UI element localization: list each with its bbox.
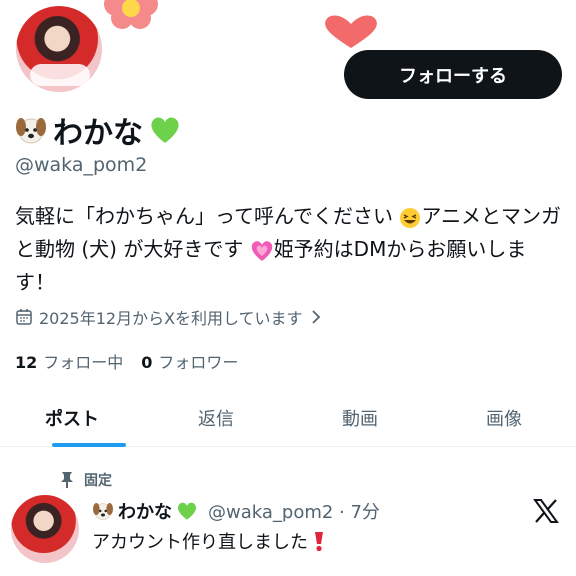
post-text: アカウント作り直しました — [92, 528, 326, 554]
joined-text: 2025年12月からXを利用しています — [39, 309, 303, 328]
pinned-label: 固定 — [60, 470, 112, 490]
flower-decoration — [104, 0, 158, 29]
tab-replies[interactable]: 返信 — [144, 389, 288, 446]
bio-line1-tail: アニメとマンガ — [421, 204, 561, 228]
green-heart-icon — [177, 502, 197, 520]
following-count: 12 — [15, 353, 38, 372]
chevron-right-icon[interactable] — [309, 309, 323, 325]
bio-line2-tail: 姫予約はDMからお願いしま — [273, 237, 527, 261]
follow-button[interactable]: フォローする — [344, 50, 562, 99]
post-header: わかな @waka_pom2 · 7分 — [92, 498, 380, 524]
profile-avatar[interactable] — [13, 3, 105, 95]
bio-line3: す！ — [15, 270, 55, 294]
tab-posts[interactable]: ポスト — [0, 389, 144, 447]
follow-stats: 12 フォロー中 0 フォロワー — [15, 349, 238, 373]
pin-icon — [61, 472, 73, 488]
heart-decoration — [325, 15, 377, 48]
tab-label: 動画 — [342, 408, 378, 430]
display-name-text: わかな — [53, 116, 143, 151]
followers-link[interactable]: 0 フォロワー — [141, 349, 238, 373]
dog-emoji-icon — [93, 503, 113, 520]
post-avatar[interactable] — [11, 495, 79, 563]
dog-emoji-icon — [16, 118, 46, 144]
display-name: わかな — [15, 110, 181, 151]
following-link[interactable]: 12 フォロー中 — [15, 349, 123, 373]
bio-line1: 気軽に「わかちゃん」って呼んでください — [15, 204, 393, 228]
post-author-name[interactable]: わかな — [118, 498, 172, 524]
laughing-emoji-icon — [400, 207, 421, 228]
green-heart-icon — [151, 117, 179, 143]
joined-date: 2025年12月からXを利用しています — [15, 305, 323, 329]
tab-label: 返信 — [198, 408, 234, 430]
tab-label: 画像 — [486, 408, 522, 430]
calendar-icon — [16, 309, 32, 325]
tab-videos[interactable]: 動画 — [288, 389, 432, 446]
profile-tabs: ポスト 返信 動画 画像 — [0, 389, 576, 447]
exclamation-icon — [315, 532, 323, 552]
tab-label: ポスト — [45, 408, 99, 430]
x-logo-icon[interactable] — [533, 498, 559, 524]
bio: 気軽に「わかちゃん」って呼んでください アニメとマンガ と動物 (犬) が大好き… — [15, 200, 563, 299]
active-tab-indicator — [52, 443, 126, 447]
following-label: フォロー中 — [43, 353, 124, 372]
post-meta: @waka_pom2 · 7分 — [208, 502, 380, 523]
followers-count: 0 — [141, 353, 153, 372]
pinned-text: 固定 — [84, 473, 112, 489]
tab-images[interactable]: 画像 — [432, 389, 576, 446]
pink-heart-icon — [251, 240, 272, 261]
post-text-body: アカウント作り直しました — [92, 532, 308, 553]
followers-label: フォロワー — [158, 353, 239, 372]
handle: @waka_pom2 — [15, 154, 148, 176]
bio-line2-head: と動物 (犬) が大好きです — [15, 237, 244, 261]
